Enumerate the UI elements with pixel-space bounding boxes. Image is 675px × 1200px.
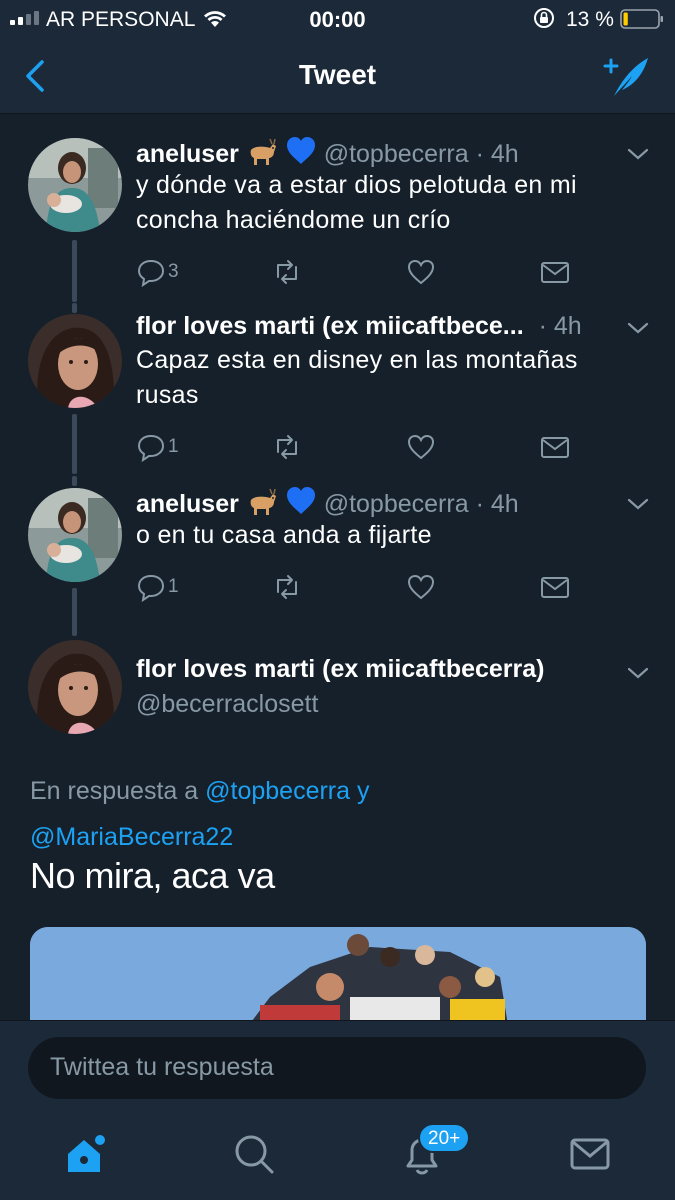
chevron-down-icon[interactable]	[626, 665, 650, 681]
reply-count: 1	[168, 576, 179, 597]
retweet-icon	[277, 435, 297, 459]
like-button[interactable]	[406, 257, 436, 287]
reply-input[interactable]: Twittea tu respuesta	[28, 1037, 646, 1099]
like-button[interactable]	[406, 432, 436, 462]
page-title: Tweet	[298, 59, 377, 90]
status-bar: AR PERSONAL 00:00 13 %	[0, 0, 675, 40]
reply-count: 1	[168, 436, 179, 457]
heart-icon	[407, 434, 435, 460]
blue-heart-emoji-icon	[286, 487, 315, 514]
nav-header: Tweet	[0, 40, 675, 114]
author-name[interactable]: flor loves marti (ex miicaftbece...	[136, 312, 524, 340]
thread-connector	[72, 414, 77, 474]
envelope-icon	[541, 577, 569, 598]
tweet-text-line: rusas	[136, 381, 199, 409]
reply-icon	[137, 259, 165, 287]
battery-icon	[620, 9, 663, 29]
reply-button[interactable]: 1	[136, 432, 179, 462]
reply-icon	[137, 434, 165, 462]
battery-percent: 13 %	[566, 8, 614, 31]
reply-prefix: En respuesta a	[30, 777, 199, 805]
messages-icon[interactable]	[568, 1132, 612, 1176]
tweet-text: Capaz esta en disney en las montañas rus…	[136, 343, 636, 413]
reply-joiner: y	[356, 777, 370, 805]
reply-composer-bar: Twittea tu respuesta	[0, 1020, 675, 1114]
retweet-icon	[277, 260, 297, 284]
reply-button[interactable]: 3	[136, 257, 179, 287]
orientation-lock-icon	[534, 8, 554, 28]
envelope-icon	[541, 437, 569, 458]
reply-button[interactable]: 1	[136, 572, 179, 602]
compose-tweet-icon[interactable]	[598, 54, 652, 100]
avatar[interactable]	[28, 640, 122, 734]
tweet-text-line: concha haciéndome un crío	[136, 206, 451, 234]
author-handle[interactable]: @becerraclosett	[136, 690, 318, 719]
tweet-actions: 3	[136, 257, 586, 287]
tweet-time: · 4h	[475, 140, 519, 168]
avatar[interactable]	[28, 138, 122, 232]
chevron-down-icon[interactable]	[626, 146, 650, 162]
home-icon[interactable]	[64, 1132, 108, 1176]
chevron-down-icon[interactable]	[626, 320, 650, 336]
goat-emoji-icon	[250, 488, 276, 515]
retweet-button[interactable]	[272, 572, 302, 602]
reply-count: 3	[168, 261, 179, 282]
thread-connector	[72, 476, 77, 486]
tab-bar	[0, 1114, 675, 1200]
tweet-header: aneluser @topbecerra · 4h	[136, 486, 519, 519]
tweet-header: flor loves marti (ex miicaftbece... · 4h	[136, 312, 582, 341]
retweet-icon	[277, 575, 297, 599]
mention-link[interactable]: @MariaBecerra22	[30, 823, 233, 851]
like-button[interactable]	[406, 572, 436, 602]
thread-connector	[72, 240, 77, 302]
reply-icon	[137, 574, 165, 602]
tweet-actions: 1	[136, 432, 586, 462]
author-name[interactable]: flor loves marti (ex miicaftbecerra)	[136, 655, 545, 684]
blue-heart-emoji-icon	[286, 137, 315, 164]
dm-share-button[interactable]	[540, 257, 570, 287]
author-handle[interactable]: @topbecerra	[324, 490, 469, 518]
tweet-text-line: Capaz esta en disney en las montañas	[136, 346, 578, 374]
tweet-header: aneluser @topbecerra · 4h	[136, 136, 519, 169]
tweet-text: No mira, aca va	[30, 855, 275, 896]
search-icon[interactable]	[232, 1132, 276, 1176]
author-handle[interactable]: @topbecerra	[324, 140, 469, 168]
tweet-actions: 1	[136, 572, 586, 602]
author-name[interactable]: aneluser	[136, 140, 239, 168]
dm-share-button[interactable]	[540, 572, 570, 602]
avatar[interactable]	[28, 314, 122, 408]
notifications-badge: 20+	[418, 1123, 471, 1153]
tweet-text: y dónde va a estar dios pelotuda en mi c…	[136, 168, 636, 238]
goat-emoji-icon	[250, 138, 276, 165]
tweet-time: · 4h	[475, 490, 519, 518]
reply-context: En respuesta a @topbecerra y @MariaBecer…	[30, 768, 630, 860]
mention-link[interactable]: @topbecerra	[205, 777, 350, 805]
author-name[interactable]: aneluser	[136, 490, 239, 518]
tweet-time: · 4h	[538, 312, 582, 340]
thread-connector	[72, 303, 77, 313]
heart-icon	[407, 574, 435, 600]
tweet-text-line: o en tu casa anda a fijarte	[136, 521, 432, 549]
retweet-button[interactable]	[272, 432, 302, 462]
chevron-down-icon[interactable]	[626, 496, 650, 512]
envelope-icon	[541, 262, 569, 283]
tweet-text: o en tu casa anda a fijarte	[136, 518, 636, 553]
heart-icon	[407, 259, 435, 285]
retweet-button[interactable]	[272, 257, 302, 287]
dm-share-button[interactable]	[540, 432, 570, 462]
avatar[interactable]	[28, 488, 122, 582]
tweet-text-line: y dónde va a estar dios pelotuda en mi	[136, 171, 577, 199]
thread-connector	[72, 588, 77, 636]
